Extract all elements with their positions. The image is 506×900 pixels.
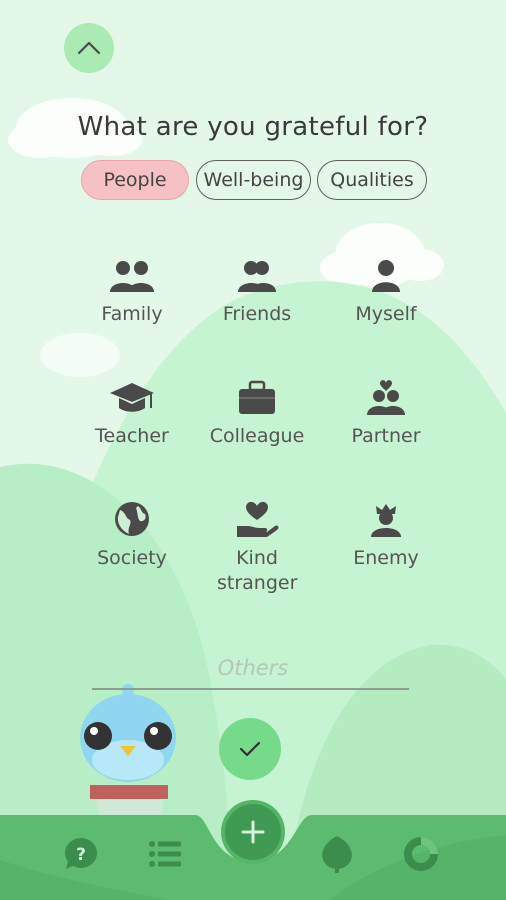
heart-hand-icon — [237, 501, 279, 537]
enemy-icon — [371, 504, 401, 537]
tree-button[interactable] — [315, 832, 359, 876]
briefcase-icon — [239, 380, 275, 414]
friends-icon — [238, 261, 276, 292]
family-icon — [110, 261, 154, 292]
tab-people[interactable]: People — [81, 160, 189, 200]
screen: What are you grateful for? People Well-b… — [0, 0, 506, 900]
plus-icon — [241, 820, 265, 844]
category-label: Kind stranger — [217, 547, 298, 594]
add-button[interactable] — [225, 804, 281, 860]
page-title: What are you grateful for? — [77, 112, 429, 142]
svg-text:?: ? — [76, 845, 86, 865]
category-label: Family — [101, 303, 163, 325]
person-icon — [372, 260, 400, 292]
category-colleague[interactable]: Colleague — [192, 380, 322, 449]
others-input[interactable]: Others — [0, 656, 506, 680]
check-icon — [239, 741, 261, 757]
category-label: Myself — [355, 303, 417, 325]
category-enemy[interactable]: Enemy — [321, 500, 451, 571]
tab-qualities[interactable]: Qualities — [317, 160, 427, 200]
category-family[interactable]: Family — [67, 258, 197, 327]
ring-chart-icon — [404, 837, 438, 871]
chevron-up-icon — [77, 41, 101, 55]
confirm-button[interactable] — [219, 718, 281, 780]
category-label: Teacher — [95, 425, 169, 447]
tab-label: Qualities — [330, 169, 414, 191]
category-label: Society — [97, 547, 167, 569]
stats-button[interactable] — [399, 832, 443, 876]
list-icon — [149, 841, 181, 867]
category-myself[interactable]: Myself — [321, 258, 451, 327]
globe-icon — [115, 502, 149, 536]
graduation-cap-icon — [110, 383, 154, 412]
couple-heart-icon — [367, 380, 405, 415]
tab-well-being[interactable]: Well-being — [196, 160, 311, 200]
help-icon: ? — [65, 838, 97, 869]
tree-icon — [322, 836, 352, 873]
help-button[interactable]: ? — [59, 832, 103, 876]
category-teacher[interactable]: Teacher — [67, 380, 197, 449]
collapse-button[interactable] — [64, 23, 114, 73]
category-label: Partner — [351, 425, 421, 447]
category-label: Enemy — [353, 547, 419, 569]
category-partner[interactable]: Partner — [321, 380, 451, 449]
tab-label: Well-being — [203, 169, 304, 191]
others-underline — [92, 688, 409, 690]
category-society[interactable]: Society — [67, 500, 197, 571]
category-label: Colleague — [209, 425, 305, 447]
list-button[interactable] — [143, 832, 187, 876]
category-label: Friends — [222, 303, 292, 325]
category-kind-stranger[interactable]: Kind stranger — [192, 500, 322, 596]
tab-label: People — [103, 169, 167, 191]
category-friends[interactable]: Friends — [192, 258, 322, 327]
